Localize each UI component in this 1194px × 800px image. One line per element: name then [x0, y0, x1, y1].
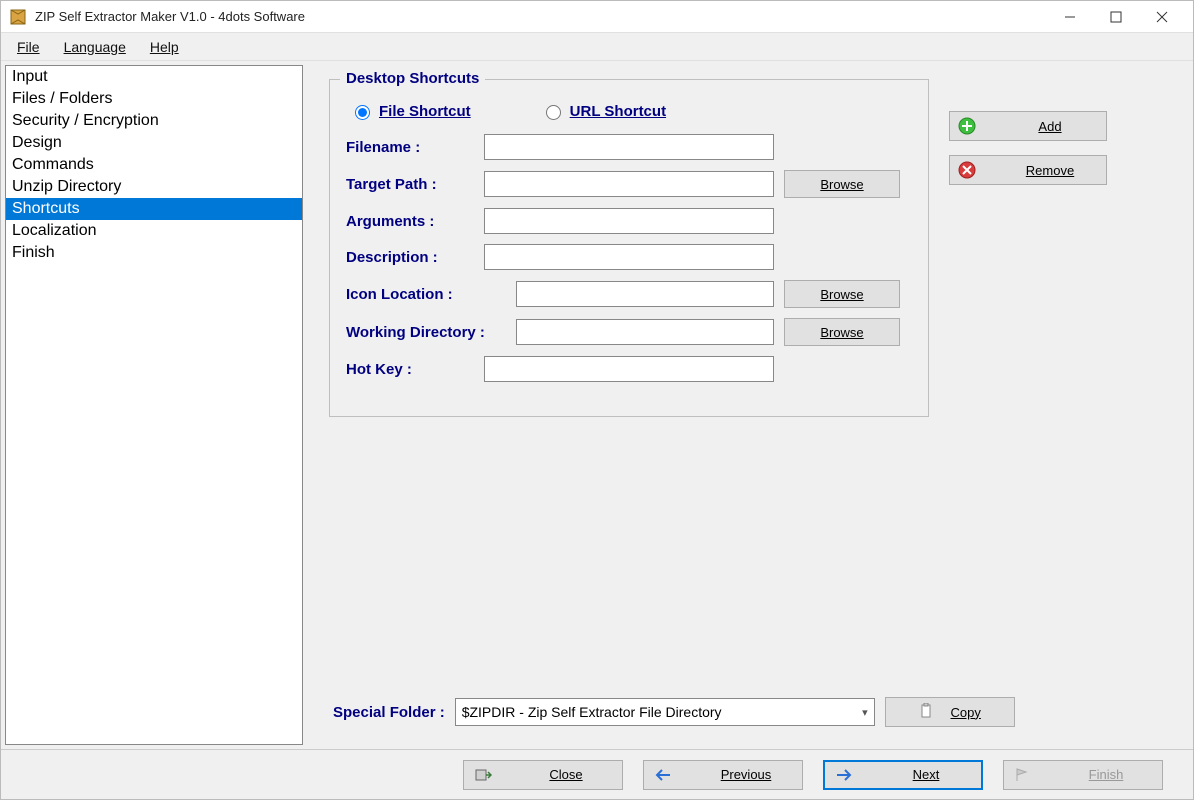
- remove-icon: [958, 161, 976, 179]
- arrow-right-icon: [835, 766, 853, 784]
- window-controls: [1047, 2, 1185, 32]
- app-icon: [9, 8, 27, 26]
- clipboard-icon: [919, 703, 935, 722]
- sidebar-item-shortcuts[interactable]: Shortcuts: [6, 198, 302, 220]
- working-dir-label: Working Directory :: [346, 324, 506, 341]
- main-area: Input Files / Folders Security / Encrypt…: [1, 61, 1193, 749]
- browse-icon-button[interactable]: Browse: [784, 280, 900, 308]
- working-dir-input[interactable]: [516, 319, 774, 345]
- menu-file[interactable]: File: [17, 39, 40, 55]
- description-label: Description :: [346, 249, 474, 266]
- maximize-button[interactable]: [1093, 2, 1139, 32]
- target-path-label: Target Path :: [346, 176, 474, 193]
- special-folder-combo[interactable]: $ZIPDIR - Zip Self Extractor File Direct…: [455, 698, 875, 726]
- arrow-left-icon: [654, 766, 672, 784]
- radio-url-shortcut[interactable]: URL Shortcut: [541, 102, 666, 120]
- remove-button[interactable]: Remove: [949, 155, 1107, 185]
- add-icon: [958, 117, 976, 135]
- finish-icon: [1014, 766, 1032, 784]
- filename-label: Filename :: [346, 139, 474, 156]
- sidebar-item-security[interactable]: Security / Encryption: [6, 110, 302, 132]
- sidebar-item-localization[interactable]: Localization: [6, 220, 302, 242]
- content-pane: Desktop Shortcuts File Shortcut URL Shor…: [303, 61, 1193, 749]
- arguments-label: Arguments :: [346, 213, 474, 230]
- menu-language[interactable]: Language: [64, 39, 126, 55]
- radio-file-input[interactable]: [355, 105, 370, 120]
- radio-file-shortcut[interactable]: File Shortcut: [350, 102, 471, 120]
- sidebar: Input Files / Folders Security / Encrypt…: [5, 65, 303, 745]
- radio-url-input[interactable]: [546, 105, 561, 120]
- menubar: File Language Help: [1, 33, 1193, 61]
- sidebar-item-files-folders[interactable]: Files / Folders: [6, 88, 302, 110]
- close-icon: [474, 766, 492, 784]
- sidebar-item-design[interactable]: Design: [6, 132, 302, 154]
- finish-button[interactable]: Finish: [1003, 760, 1163, 790]
- description-input[interactable]: [484, 244, 774, 270]
- titlebar: ZIP Self Extractor Maker V1.0 - 4dots So…: [1, 1, 1193, 33]
- add-button[interactable]: Add: [949, 111, 1107, 141]
- window-title: ZIP Self Extractor Maker V1.0 - 4dots So…: [35, 9, 1047, 24]
- previous-button[interactable]: Previous: [643, 760, 803, 790]
- desktop-shortcuts-group: Desktop Shortcuts File Shortcut URL Shor…: [329, 79, 929, 417]
- content-top: Desktop Shortcuts File Shortcut URL Shor…: [329, 79, 1175, 691]
- special-folder-row: Special Folder : $ZIPDIR - Zip Self Extr…: [333, 691, 1175, 741]
- menu-help[interactable]: Help: [150, 39, 179, 55]
- special-folder-label: Special Folder :: [333, 704, 445, 721]
- browse-working-dir-button[interactable]: Browse: [784, 318, 900, 346]
- bottombar: Close Previous Next Finish: [1, 749, 1193, 799]
- sidebar-item-finish[interactable]: Finish: [6, 242, 302, 264]
- next-button[interactable]: Next: [823, 760, 983, 790]
- sidebar-item-input[interactable]: Input: [6, 66, 302, 88]
- arguments-input[interactable]: [484, 208, 774, 234]
- chevron-down-icon: ▾: [862, 706, 868, 719]
- sidebar-item-commands[interactable]: Commands: [6, 154, 302, 176]
- browse-target-button[interactable]: Browse: [784, 170, 900, 198]
- copy-button[interactable]: Copy: [885, 697, 1015, 727]
- target-path-input[interactable]: [484, 171, 774, 197]
- icon-location-label: Icon Location :: [346, 286, 474, 303]
- sidebar-item-unzip-directory[interactable]: Unzip Directory: [6, 176, 302, 198]
- minimize-button[interactable]: [1047, 2, 1093, 32]
- radio-row: File Shortcut URL Shortcut: [346, 102, 912, 120]
- special-folder-value: $ZIPDIR - Zip Self Extractor File Direct…: [462, 704, 722, 720]
- hot-key-label: Hot Key :: [346, 361, 474, 378]
- side-buttons: Add Remove: [949, 111, 1107, 185]
- close-button[interactable]: Close: [463, 760, 623, 790]
- close-window-button[interactable]: [1139, 2, 1185, 32]
- filename-input[interactable]: [484, 134, 774, 160]
- hot-key-input[interactable]: [484, 356, 774, 382]
- icon-location-input[interactable]: [516, 281, 774, 307]
- group-title: Desktop Shortcuts: [340, 70, 485, 87]
